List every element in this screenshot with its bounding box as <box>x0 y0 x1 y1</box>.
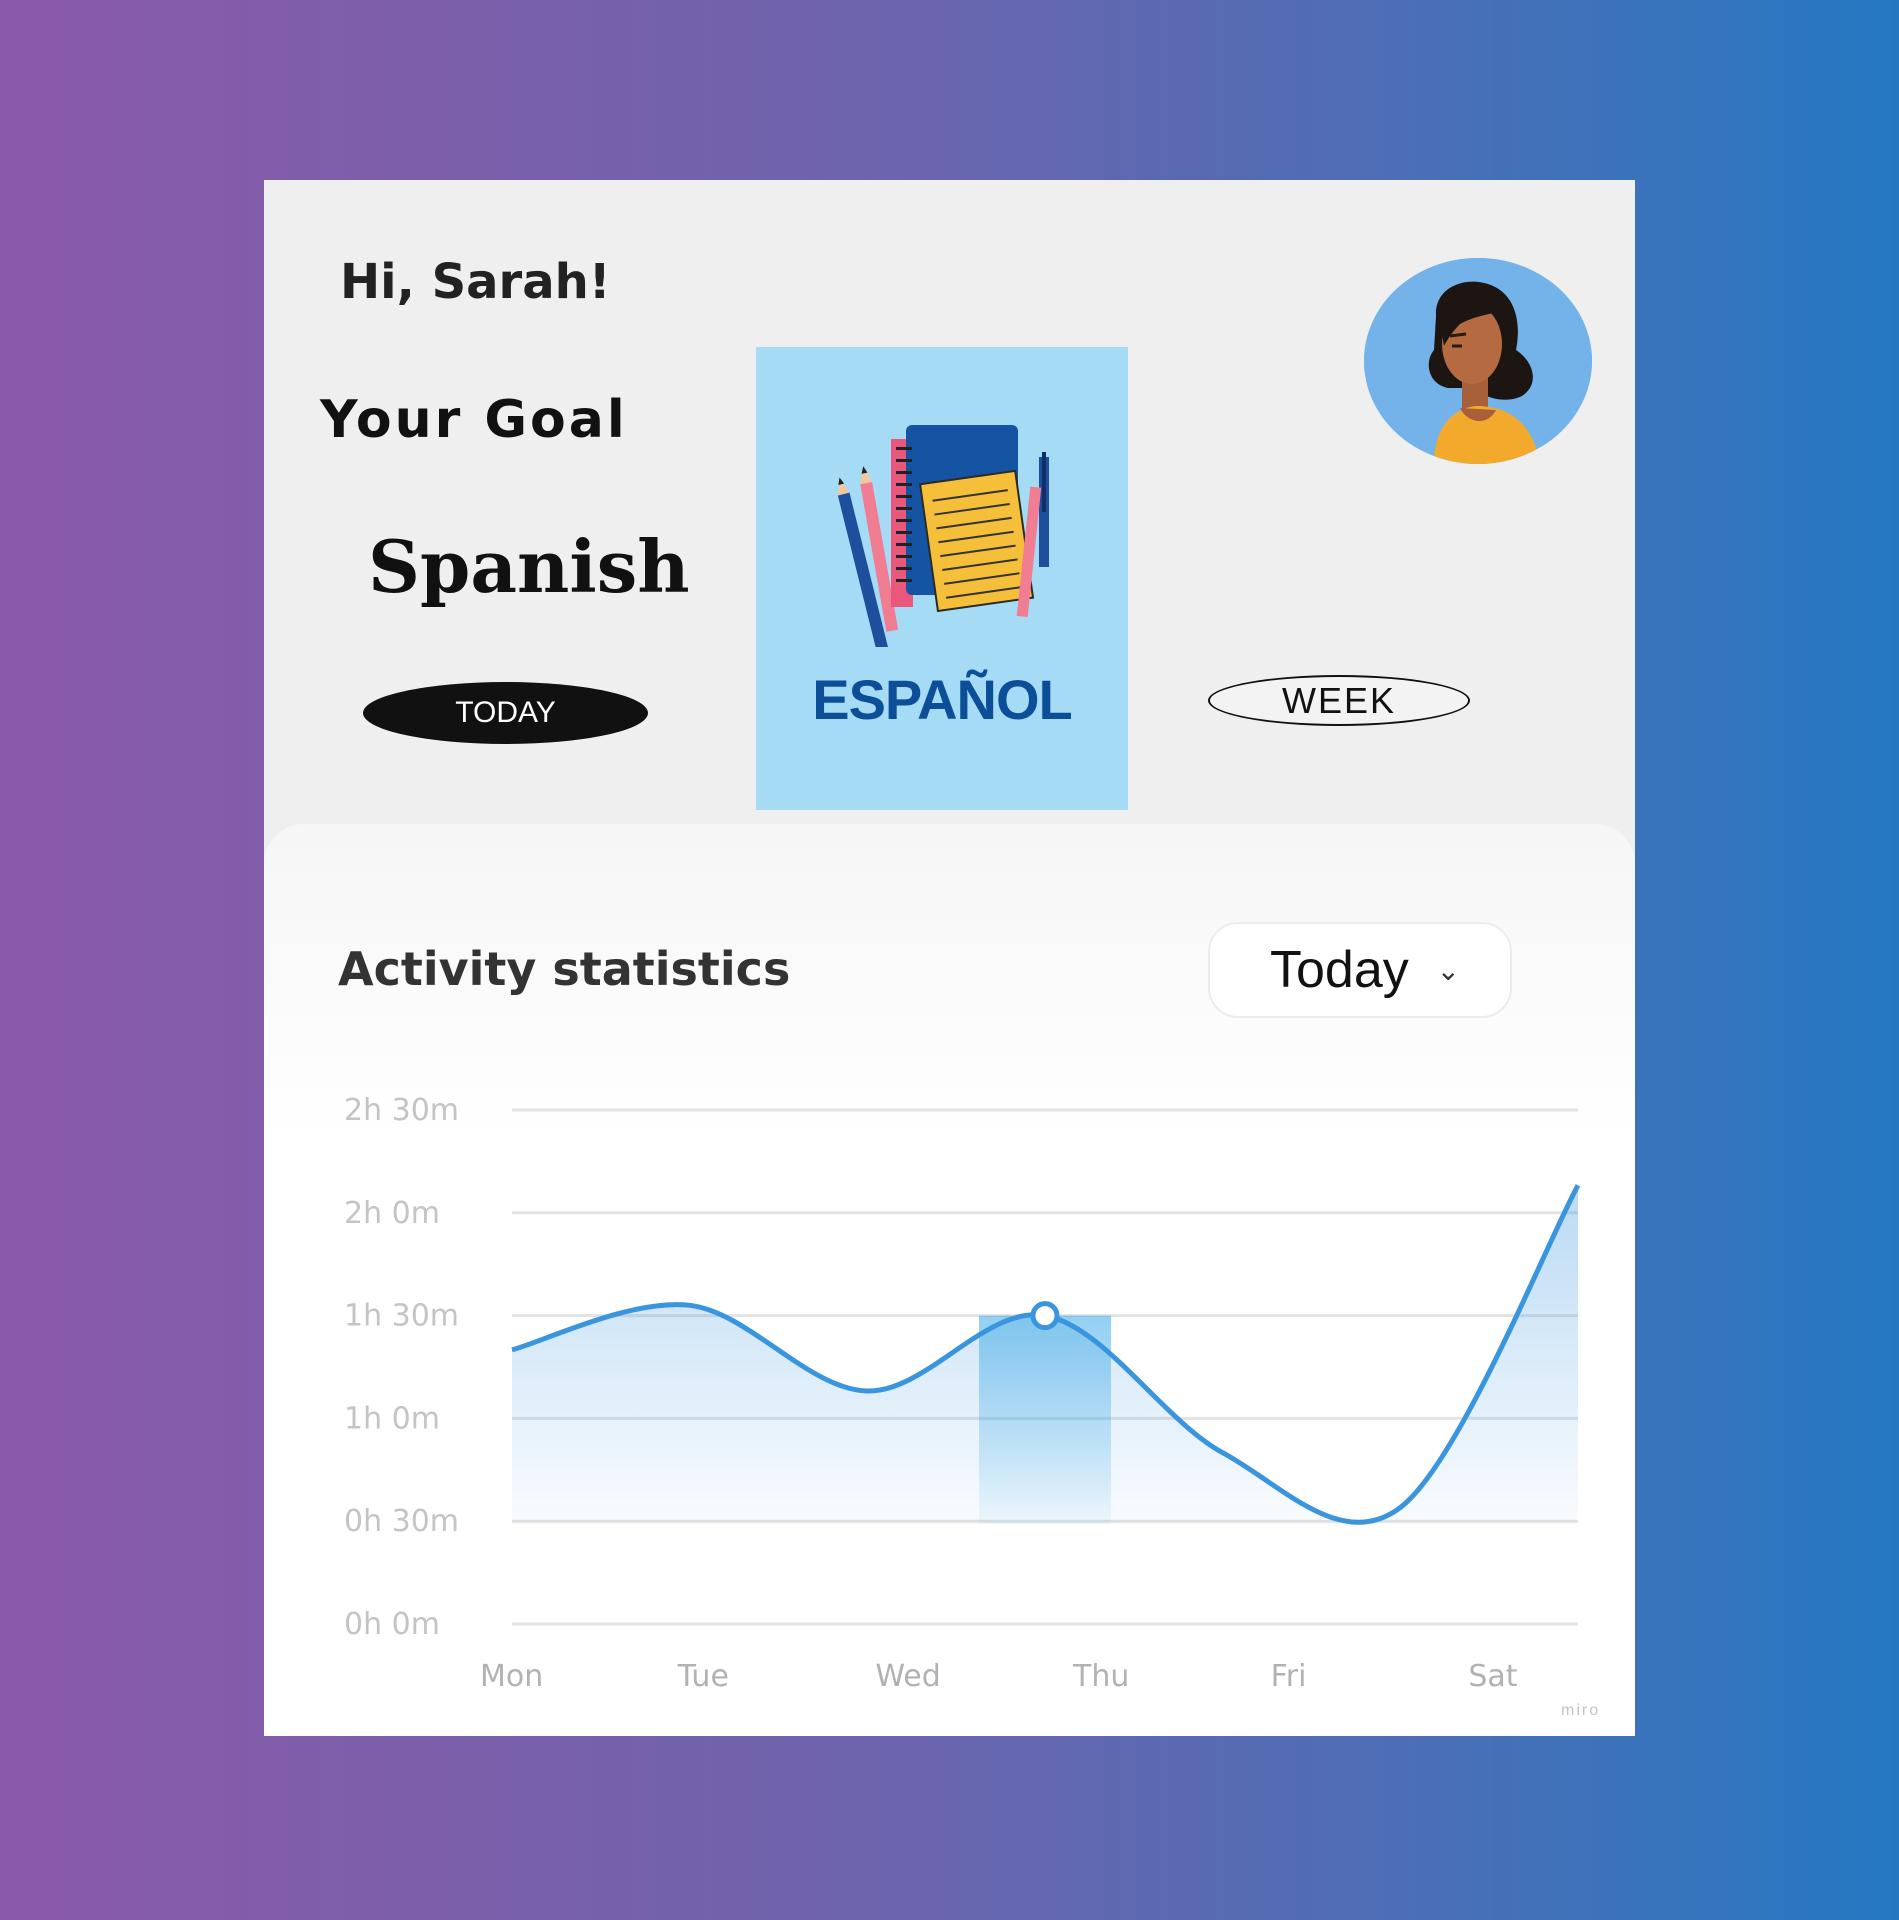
y-tick-label: 0h 0m <box>344 1607 440 1642</box>
week-filter-button[interactable]: WEEK <box>1208 675 1470 726</box>
data-point-thu <box>1030 1301 1060 1331</box>
highlight-band <box>979 1315 1111 1524</box>
x-tick-label: Fri <box>1271 1659 1307 1694</box>
y-tick-label: 0h 30m <box>344 1504 459 1539</box>
activity-stats-panel: Activity statistics Today ⌄ 0h 0m 0h 30m 1… <box>264 824 1635 1736</box>
greeting: Hi, Sarah! <box>340 254 611 310</box>
app-card: Hi, Sarah! Your Goal Spanish TODAY ESPAÑ… <box>264 180 1635 1736</box>
goal-label: Your Goal <box>320 390 628 450</box>
activity-chart: 0h 0m 0h 30m 1h 0m 1h 30m 2h 0m 2h 30m Mon Tue… <box>344 1093 1581 1694</box>
notebook-pencils-icon <box>837 425 1049 651</box>
cover-title: ESPAÑOL <box>812 668 1073 731</box>
x-tick-label: Sat <box>1468 1659 1517 1694</box>
y-tick-label: 2h 30m <box>344 1093 459 1128</box>
y-tick-label: 1h 30m <box>344 1299 459 1334</box>
x-tick-label: Thu <box>1072 1659 1129 1694</box>
x-tick-label: Mon <box>480 1659 543 1694</box>
y-tick-label: 2h 0m <box>344 1196 440 1231</box>
today-filter-button[interactable]: TODAY <box>363 682 648 744</box>
avatar-icon <box>1364 258 1592 464</box>
y-tick-label: 1h 0m <box>344 1401 440 1436</box>
x-tick-label: Wed <box>875 1659 940 1694</box>
user-avatar[interactable] <box>1364 258 1592 464</box>
language-cover-image: ESPAÑOL <box>756 347 1128 810</box>
watermark: miro <box>1561 1702 1601 1719</box>
goal-language: Spanish <box>368 524 690 609</box>
x-tick-label: Tue <box>677 1659 729 1694</box>
